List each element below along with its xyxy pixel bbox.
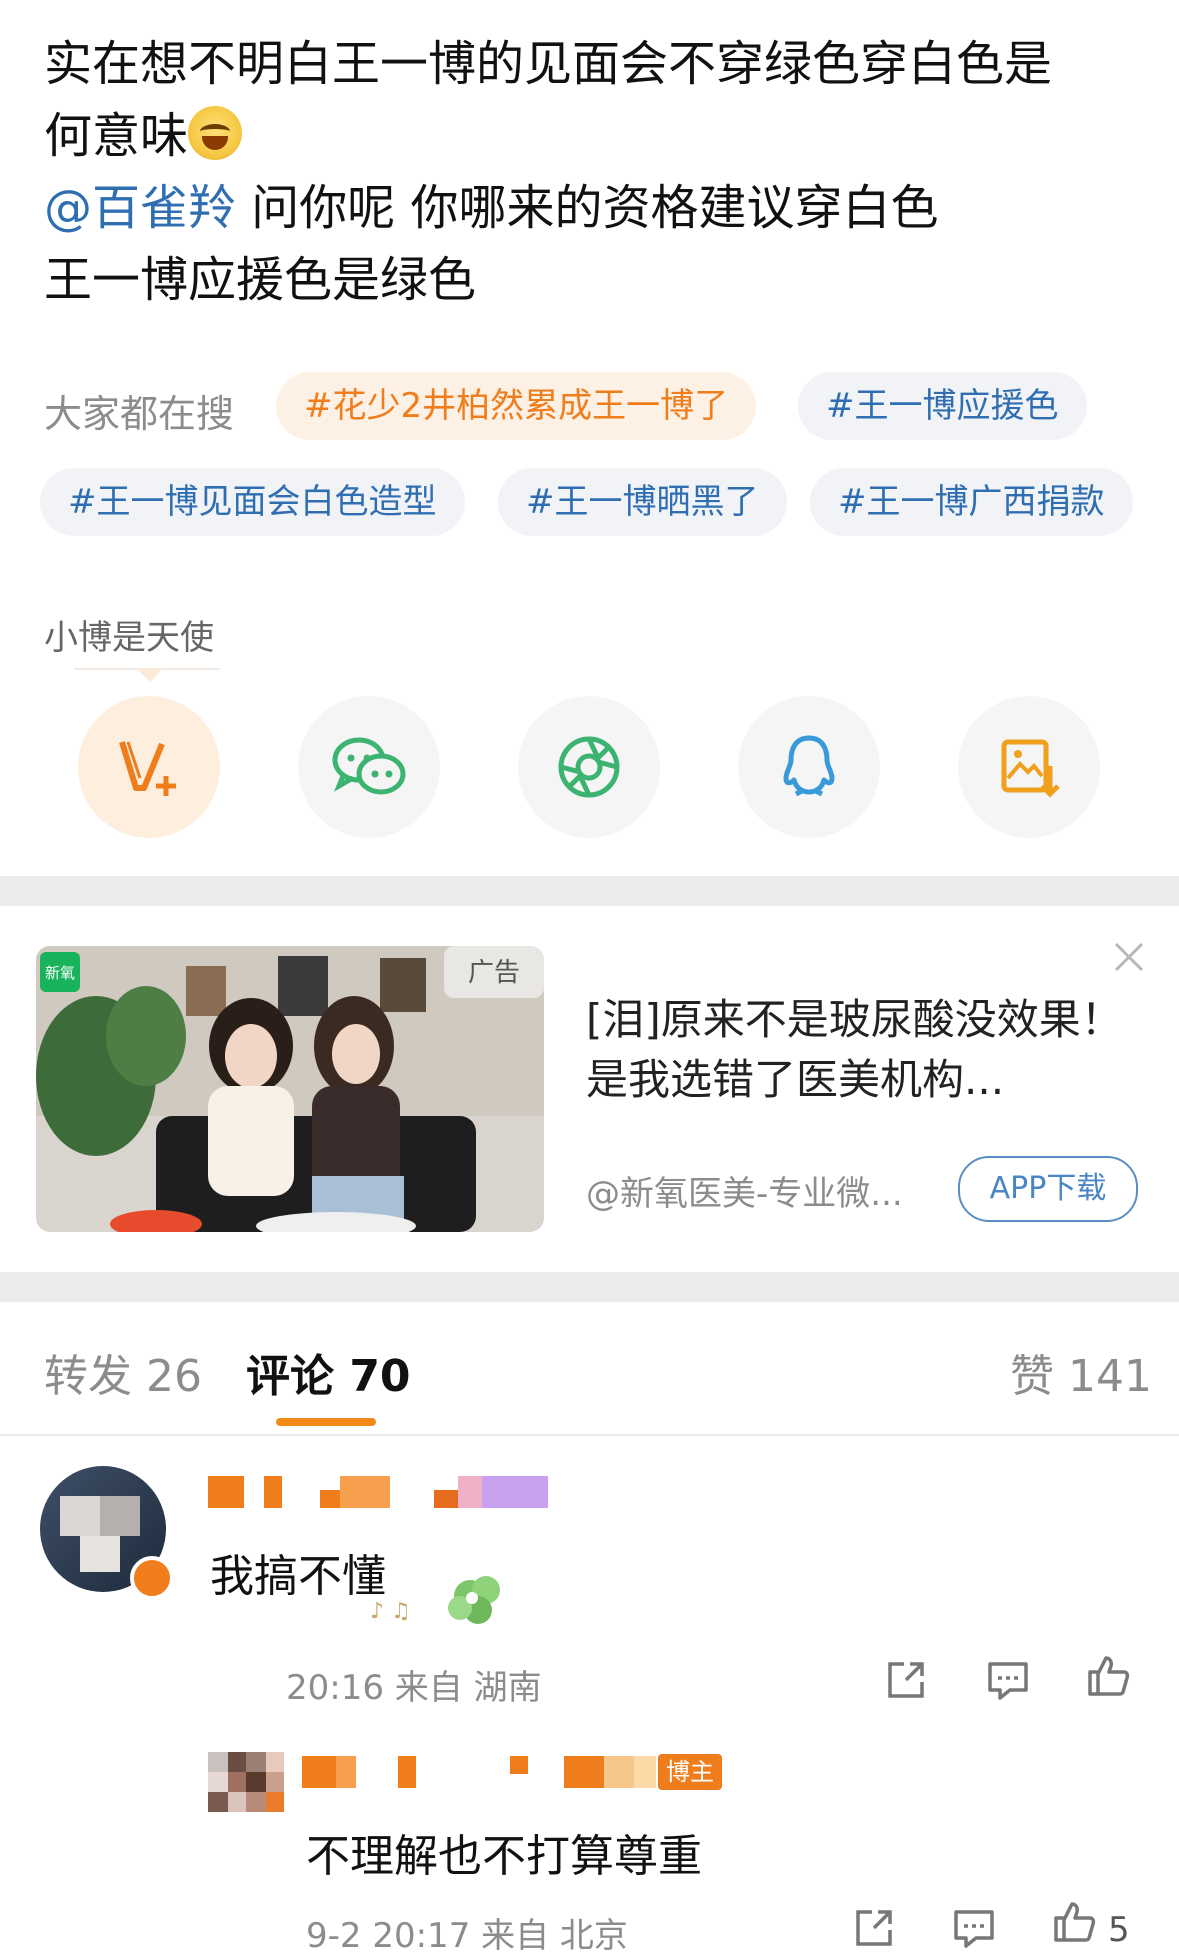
share-icon[interactable] <box>882 1656 930 1704</box>
ad-title[interactable]: [泪]原来不是玻尿酸没效果！是我选错了医美机构... <box>586 990 1126 1110</box>
post-line-1: 实在想不明白王一博的见面会不穿绿色穿白色是 <box>44 36 1053 92</box>
qq-icon <box>783 735 835 797</box>
hot-search-label: 大家都在搜 <box>44 392 235 436</box>
tab-comments[interactable]: 评论 70 <box>246 1340 411 1404</box>
host-badge: 博主 <box>658 1754 722 1790</box>
ad-video-thumbnail: 新氧 广告 <box>36 946 544 1232</box>
share-moments-button[interactable] <box>518 696 660 838</box>
save-image-button[interactable] <box>958 696 1100 838</box>
interaction-tabs: 转发 26 评论 70 赞 141 <box>0 1340 1179 1436</box>
dedicate-label: 小博是天使 <box>44 618 214 658</box>
comment-icon[interactable] <box>950 1904 998 1952</box>
ad-badge: 广告 <box>468 958 520 988</box>
post-line-3-text: 问你呢 你哪来的资格建议穿白色 <box>236 180 939 236</box>
post-content: 实在想不明白王一博的见面会不穿绿色穿白色是 何意味 @百雀羚 问你呢 你哪来的资… <box>44 28 1144 316</box>
wechat-icon <box>332 737 406 795</box>
post-line-3: @百雀羚 问你呢 你哪来的资格建议穿白色 <box>44 172 1144 244</box>
reply-avatar[interactable] <box>208 1752 284 1812</box>
ad-logo-text: 新氧 <box>45 964 75 982</box>
section-divider <box>0 876 1179 906</box>
dedicate-pointer-icon <box>136 668 164 682</box>
like-icon[interactable] <box>1050 1898 1098 1946</box>
hot-search-tag[interactable]: #王一博应援色 <box>798 372 1087 440</box>
verified-badge-icon <box>130 1556 174 1600</box>
username-redacted[interactable] <box>208 1472 548 1512</box>
laughing-tears-emoji-icon <box>188 106 243 160</box>
post-line-2-text: 何意味 <box>44 108 189 164</box>
svg-text:♪ ♫: ♪ ♫ <box>370 1599 411 1624</box>
save-image-icon <box>1001 739 1060 798</box>
moments-icon <box>558 736 620 798</box>
active-tab-indicator <box>276 1418 376 1426</box>
tabs-divider <box>0 1434 1179 1436</box>
hot-search-tag[interactable]: #王一博见面会白色造型 <box>40 468 465 536</box>
reply-text: 不理解也不打算尊重 <box>306 1831 702 1882</box>
ad-source[interactable]: @新氧医美-专业微... <box>586 1166 903 1215</box>
tab-likes[interactable]: 赞 141 <box>1010 1340 1152 1404</box>
hot-search-tag[interactable]: #王一博晒黑了 <box>498 468 787 536</box>
mention-link[interactable]: @百雀羚 <box>44 180 236 236</box>
hot-search-tag[interactable]: #王一博广西捐款 <box>810 468 1133 536</box>
vplus-icon <box>119 741 176 796</box>
share-qq-button[interactable] <box>738 696 880 838</box>
hot-search-tag[interactable]: #花少2井柏然累成王一博了 <box>276 372 757 440</box>
share-wechat-button[interactable] <box>298 696 440 838</box>
share-vplus-button[interactable] <box>78 696 220 838</box>
reply-username-redacted[interactable] <box>302 1752 656 1792</box>
reply-meta: 9-2 20:17 来自 北京 <box>306 1916 628 1956</box>
comment-meta: 20:16 来自 湖南 <box>286 1668 542 1708</box>
app-download-button[interactable]: APP下载 <box>958 1156 1138 1222</box>
clover-sticker-icon: ♪ ♫ <box>370 1576 500 1624</box>
tab-repost[interactable]: 转发 26 <box>44 1340 202 1404</box>
close-icon[interactable] <box>1112 940 1146 974</box>
ad-image[interactable]: 新氧 广告 <box>36 946 544 1232</box>
share-icon[interactable] <box>850 1904 898 1952</box>
post-line-4: 王一博应援色是绿色 <box>44 252 477 308</box>
section-divider <box>0 1272 1179 1302</box>
comment-icon[interactable] <box>984 1656 1032 1704</box>
post-line-2: 何意味 <box>44 100 1144 172</box>
like-icon[interactable] <box>1084 1652 1132 1700</box>
like-count: 5 <box>1108 1910 1130 1950</box>
